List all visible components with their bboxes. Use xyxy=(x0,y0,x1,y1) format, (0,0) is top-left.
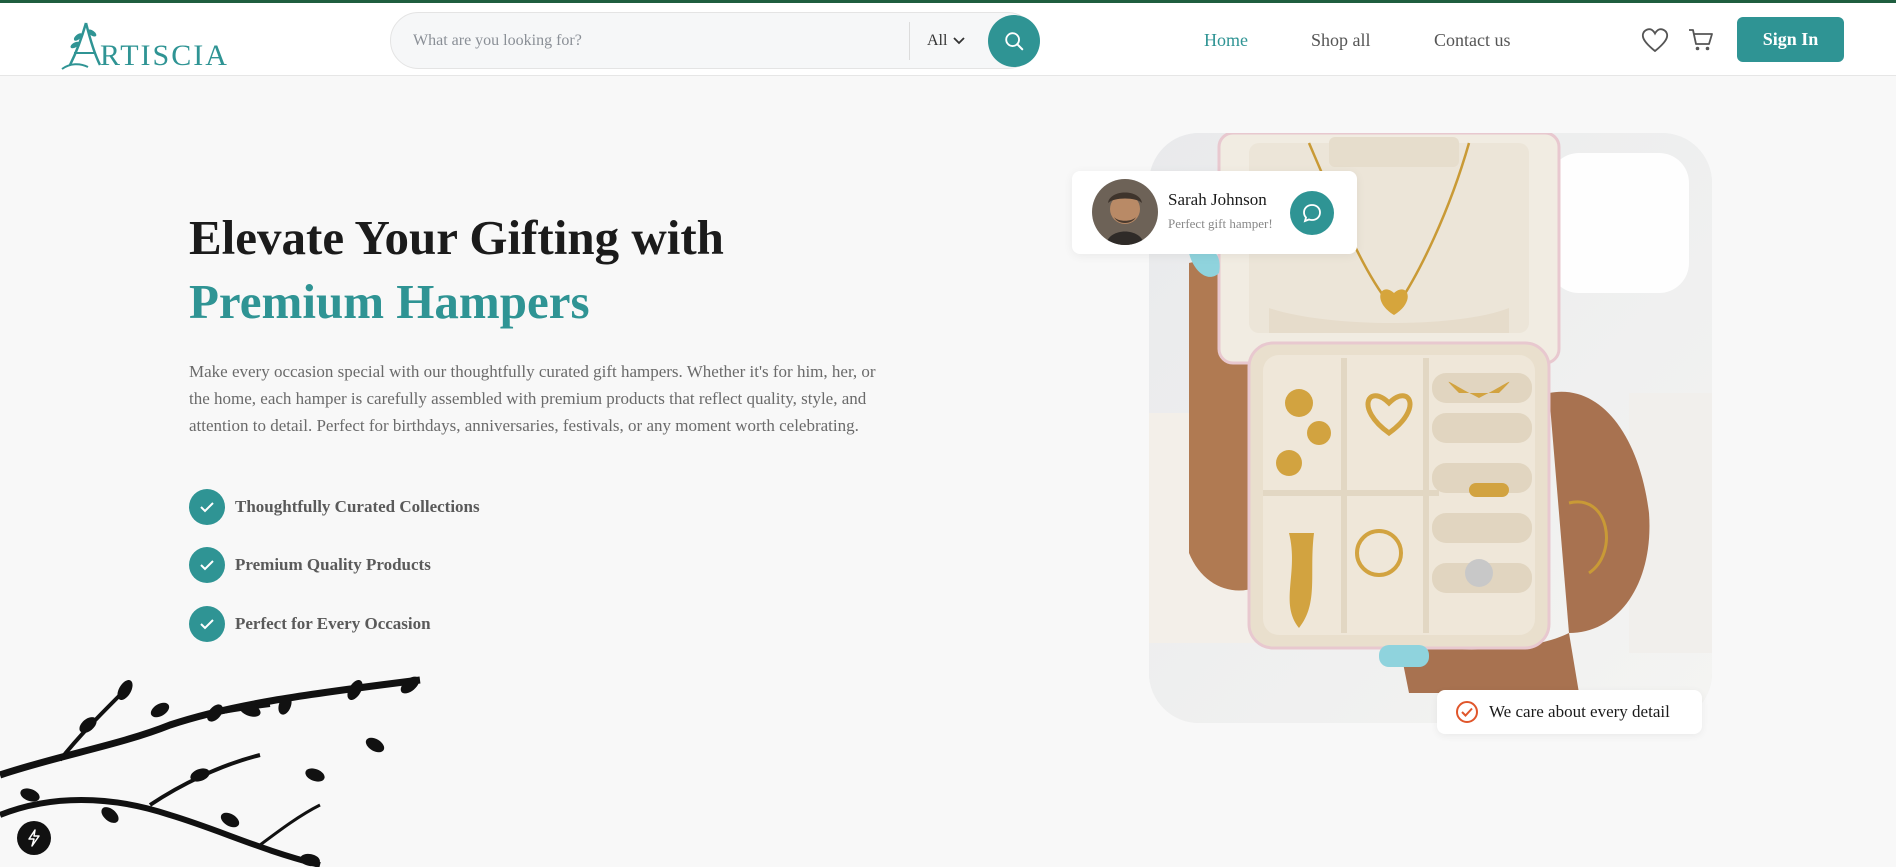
reviewer-name: Sarah Johnson xyxy=(1168,190,1267,209)
search-input[interactable] xyxy=(413,29,893,53)
heart-icon xyxy=(1641,28,1669,53)
check-icon xyxy=(189,606,225,642)
decorative-branch xyxy=(0,676,421,867)
hero-title-line1: Elevate Your Gifting with xyxy=(189,210,724,265)
nav-contact-us[interactable]: Contact us xyxy=(1434,30,1511,51)
dev-tools-button[interactable] xyxy=(17,821,51,855)
lightning-icon xyxy=(28,829,40,847)
review-message: Perfect gift hamper! xyxy=(1168,216,1273,231)
avatar xyxy=(1092,179,1158,245)
logo-leaf-icon xyxy=(61,22,102,70)
feature-item: Perfect for Every Occasion xyxy=(189,606,431,642)
feature-item: Premium Quality Products xyxy=(189,547,431,583)
category-select[interactable]: All xyxy=(927,29,966,53)
search-bar: All xyxy=(390,12,1040,69)
check-icon xyxy=(189,489,225,525)
sign-in-button[interactable]: Sign In xyxy=(1737,17,1844,62)
check-icon xyxy=(189,547,225,583)
feature-label: Thoughtfully Curated Collections xyxy=(235,497,480,516)
nav-home[interactable]: Home xyxy=(1204,30,1248,51)
nav-shop-all[interactable]: Shop all xyxy=(1311,30,1371,51)
search-icon xyxy=(1005,32,1024,51)
feature-label: Perfect for Every Occasion xyxy=(235,614,431,633)
check-circle-icon xyxy=(1456,701,1478,723)
chat-icon xyxy=(1303,204,1321,223)
hero-description: Make every occasion special with our tho… xyxy=(189,362,876,435)
review-card: Sarah Johnson Perfect gift hamper! xyxy=(1072,171,1357,254)
search-divider xyxy=(909,22,910,60)
site-header: RTISCIA All Home Shop all Contact us Sig… xyxy=(0,3,1896,76)
cart-button[interactable] xyxy=(1686,25,1716,55)
logo-wordmark: RTISCIA xyxy=(100,39,229,72)
cart-icon xyxy=(1689,29,1713,51)
search-button[interactable] xyxy=(988,15,1040,67)
chevron-down-icon xyxy=(953,37,966,45)
care-badge: We care about every detail xyxy=(1437,690,1702,734)
wishlist-button[interactable] xyxy=(1640,25,1670,55)
hero-title-line2: Premium Hampers xyxy=(189,274,590,329)
category-select-value: All xyxy=(927,32,948,49)
brand-logo[interactable]: RTISCIA xyxy=(56,13,246,73)
chat-button[interactable] xyxy=(1290,191,1334,235)
feature-label: Premium Quality Products xyxy=(235,555,431,574)
care-badge-text: We care about every detail xyxy=(1489,702,1670,721)
feature-item: Thoughtfully Curated Collections xyxy=(189,489,480,525)
